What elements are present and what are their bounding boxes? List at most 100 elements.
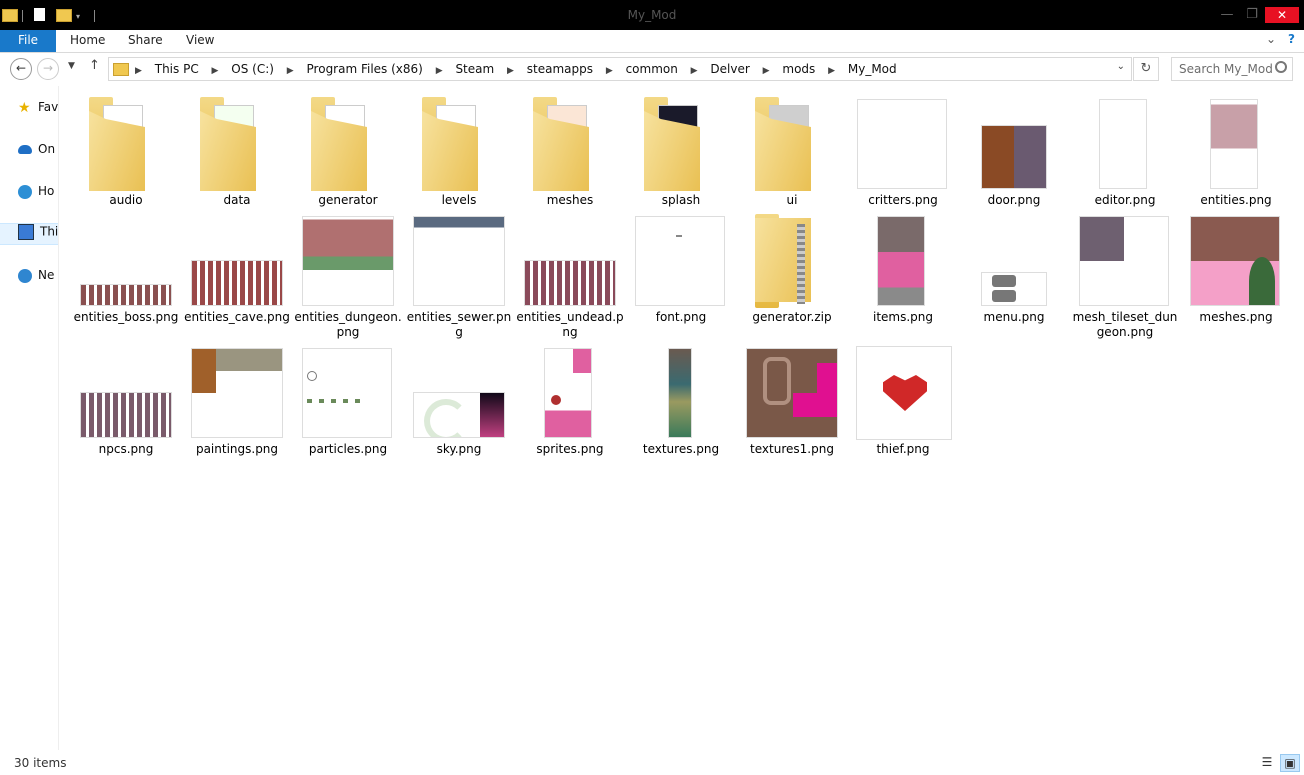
details-view-icon[interactable]: ☰ <box>1258 754 1276 770</box>
item-label: entities.png <box>1200 193 1272 207</box>
folder-icon <box>755 97 821 191</box>
address-bar[interactable]: ▶ This PC ▶ OS (C:) ▶ Program Files (x86… <box>108 57 1132 81</box>
item-label: ui <box>786 193 798 207</box>
tab-share[interactable]: Share <box>128 33 163 47</box>
search-icon <box>1275 61 1287 73</box>
breadcrumb-os-c[interactable]: OS (C:) <box>231 62 274 76</box>
item-label: entities_undead.png <box>516 310 624 339</box>
window-title: My_Mod <box>627 8 677 22</box>
breadcrumb-separator[interactable]: ▶ <box>691 66 698 76</box>
breadcrumb-separator[interactable]: ▶ <box>436 66 443 76</box>
item-label: meshes.png <box>1199 310 1273 324</box>
zip-folder-icon <box>755 214 821 308</box>
item-label: font.png <box>655 310 707 324</box>
computer-icon <box>18 224 34 240</box>
image-thumbnail <box>857 99 947 189</box>
folder-icon <box>644 97 710 191</box>
breadcrumb: ▶ This PC ▶ OS (C:) ▶ Program Files (x86… <box>135 62 897 76</box>
navigation-pane: ★ Fav On Ho Thi Ne <box>0 86 59 750</box>
breadcrumb-separator[interactable]: ▶ <box>606 66 613 76</box>
address-dropdown-icon[interactable]: ⌄ <box>1117 61 1125 72</box>
item-label: entities_cave.png <box>184 310 290 324</box>
folder-icon <box>200 97 266 191</box>
folder-icon <box>533 97 599 191</box>
item-label: thief.png <box>876 442 930 456</box>
item-label: mesh_tileset_dungeon.png <box>1072 310 1178 339</box>
forward-button[interactable]: → <box>37 58 59 80</box>
item-label: entities_dungeon.png <box>294 310 402 339</box>
breadcrumb-program-files[interactable]: Program Files (x86) <box>307 62 423 76</box>
item-label: textures1.png <box>750 442 834 456</box>
cloud-icon <box>18 145 32 154</box>
image-thumbnail <box>1099 99 1147 189</box>
nav-homegroup[interactable]: Ho <box>18 184 54 204</box>
recent-locations-icon[interactable]: ▼ <box>68 61 75 71</box>
item-label: npcs.png <box>98 442 154 456</box>
nav-label: Ne <box>38 268 55 282</box>
item-label: door.png <box>987 193 1041 207</box>
item-label: editor.png <box>1094 193 1156 207</box>
breadcrumb-separator[interactable]: ▶ <box>212 66 219 76</box>
nav-favorites[interactable]: ★ Fav <box>18 100 58 120</box>
expand-ribbon-icon[interactable]: ⌄ <box>1266 32 1276 46</box>
breadcrumb-steamapps[interactable]: steamapps <box>527 62 593 76</box>
item-label: items.png <box>872 310 934 324</box>
tab-view[interactable]: View <box>186 33 214 47</box>
nav-label: Fav <box>38 100 59 114</box>
item-label: entities_boss.png <box>73 310 179 324</box>
image-thumbnail <box>668 348 692 438</box>
nav-this-pc[interactable]: Thi <box>0 223 58 245</box>
item-label: sprites.png <box>536 442 604 456</box>
image-thumbnail <box>981 272 1047 306</box>
nav-onedrive[interactable]: On <box>18 142 55 162</box>
folder-icon <box>113 63 129 76</box>
breadcrumb-mods[interactable]: mods <box>782 62 815 76</box>
tab-home[interactable]: Home <box>70 33 105 47</box>
title-bar: ▾ My_Mod — ❐ ✕ <box>0 0 1304 30</box>
image-thumbnail <box>191 348 283 438</box>
breadcrumb-common[interactable]: common <box>626 62 678 76</box>
folder-icon <box>422 97 488 191</box>
item-label: meshes <box>546 193 594 207</box>
item-label: paintings.png <box>195 442 279 456</box>
folder-icon <box>89 97 155 191</box>
breadcrumb-separator[interactable]: ▶ <box>507 66 514 76</box>
image-thumbnail <box>524 260 616 306</box>
maximize-button[interactable]: ❐ <box>1240 0 1264 30</box>
image-thumbnail <box>302 216 394 306</box>
search-placeholder: Search My_Mod <box>1179 62 1273 76</box>
network-icon <box>18 268 32 283</box>
star-icon: ★ <box>18 99 31 116</box>
close-button[interactable]: ✕ <box>1265 7 1299 23</box>
image-thumbnail <box>80 284 172 306</box>
nav-network[interactable]: Ne <box>18 268 54 288</box>
up-button[interactable]: ↑ <box>89 58 100 73</box>
item-label: critters.png <box>868 193 938 207</box>
help-icon[interactable]: ? <box>1288 32 1295 46</box>
breadcrumb-separator[interactable]: ▶ <box>287 66 294 76</box>
search-input[interactable]: Search My_Mod <box>1171 57 1293 81</box>
breadcrumb-separator[interactable]: ▶ <box>763 66 770 76</box>
image-thumbnail <box>981 125 1047 189</box>
tab-file[interactable]: File <box>0 30 56 52</box>
item-label: menu.png <box>983 310 1045 324</box>
breadcrumb-this-pc[interactable]: This PC <box>155 62 199 76</box>
navigation-bar: ← → ▼ ↑ ▶ This PC ▶ OS (C:) ▶ Program Fi… <box>0 53 1304 85</box>
image-thumbnail <box>413 392 505 438</box>
refresh-button[interactable]: ↻ <box>1133 57 1159 81</box>
item-label: splash <box>661 193 701 207</box>
image-thumbnail <box>877 216 925 306</box>
minimize-button[interactable]: — <box>1212 0 1242 30</box>
breadcrumb-separator[interactable]: ▶ <box>828 66 835 76</box>
image-thumbnail <box>856 346 952 440</box>
large-icons-view-icon[interactable]: ▣ <box>1280 754 1300 772</box>
breadcrumb-separator: ▶ <box>135 66 142 76</box>
breadcrumb-steam[interactable]: Steam <box>455 62 494 76</box>
image-thumbnail <box>746 348 838 438</box>
breadcrumb-my-mod[interactable]: My_Mod <box>848 62 897 76</box>
image-thumbnail <box>1210 99 1258 189</box>
nav-label: On <box>38 142 56 156</box>
breadcrumb-delver[interactable]: Delver <box>710 62 749 76</box>
back-button[interactable]: ← <box>10 58 32 80</box>
item-label: levels <box>441 193 477 207</box>
